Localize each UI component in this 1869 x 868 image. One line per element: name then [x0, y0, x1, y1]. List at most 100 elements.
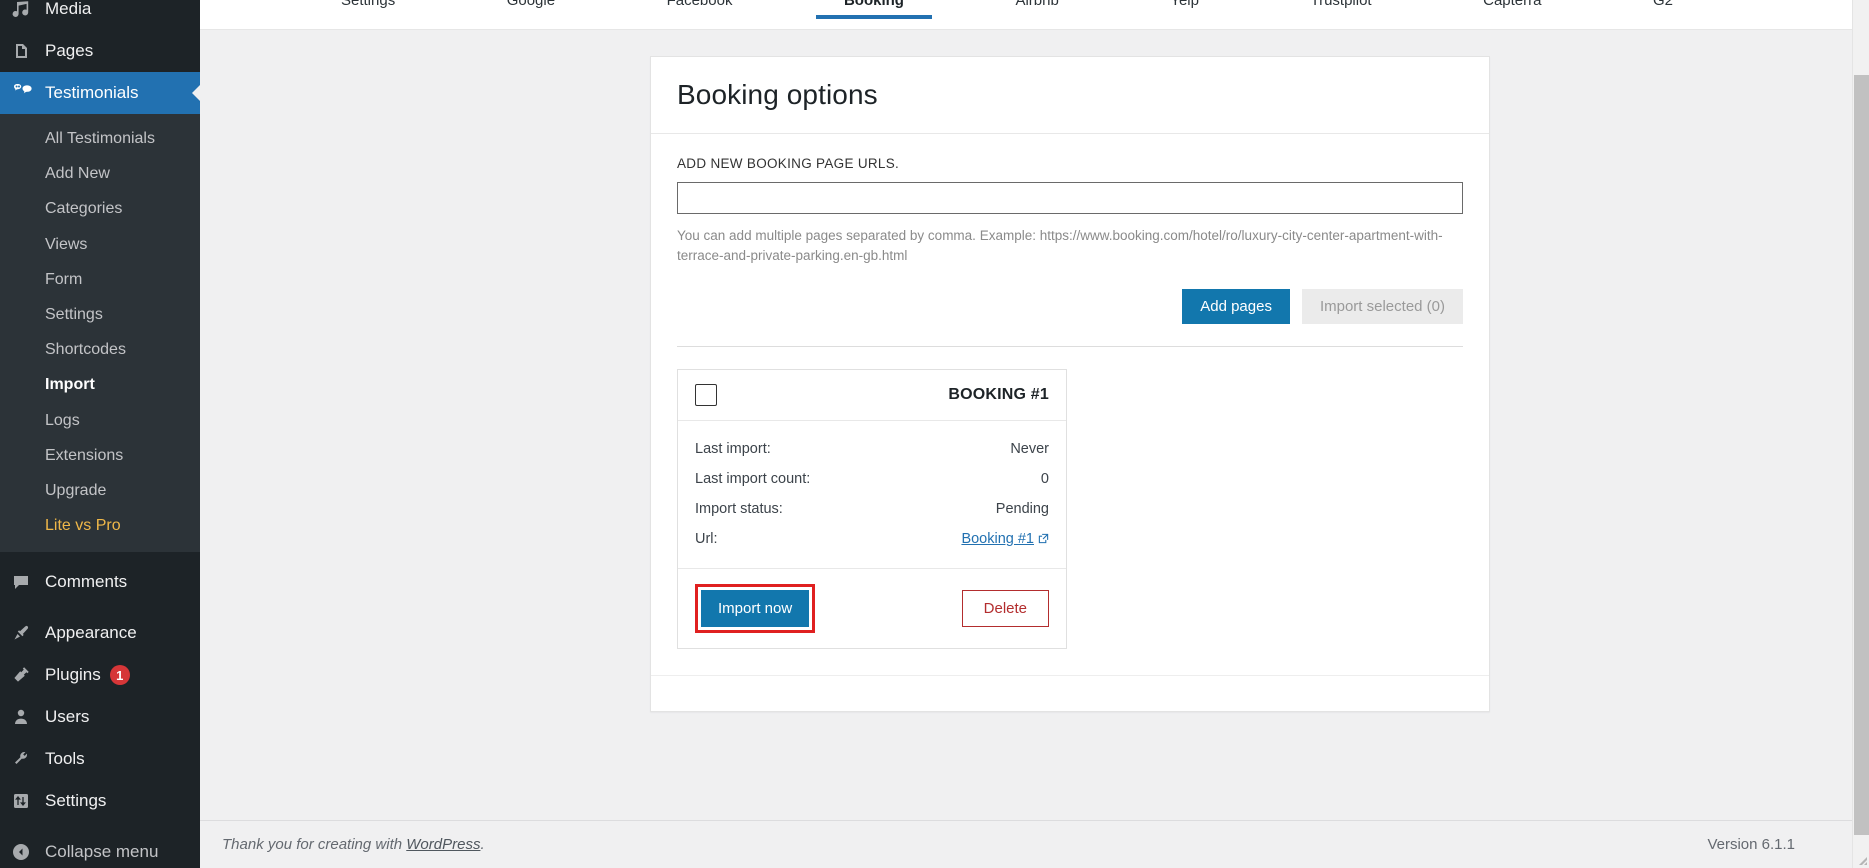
status-badge: Pending: [995, 501, 1049, 518]
import-selected-button: Import selected (0): [1301, 289, 1463, 325]
add-pages-button[interactable]: Add pages: [1182, 289, 1290, 325]
booking-urls-input[interactable]: [677, 182, 1463, 214]
sidebar-item-label: Testimonials: [45, 83, 139, 102]
plugins-update-badge: 1: [109, 665, 130, 686]
detail-label: Last import count:: [695, 471, 811, 488]
plugins-icon: [11, 665, 45, 685]
tab-yelp[interactable]: Yelp: [1164, 0, 1205, 16]
delete-button[interactable]: Delete: [961, 590, 1049, 628]
booking-item-card: BOOKING #1 Last import: Never Last impor…: [677, 369, 1067, 650]
wordpress-admin-screen: Media Pages Testimonials All Testimonial…: [0, 0, 1869, 868]
admin-sidebar: Media Pages Testimonials All Testimonial…: [0, 0, 200, 868]
booking-item-header: BOOKING #1: [678, 370, 1066, 422]
sidebar-item-testimonials[interactable]: Testimonials: [0, 72, 200, 114]
card-action-row: Add pages Import selected (0): [677, 289, 1463, 325]
submenu-item-form[interactable]: Form: [0, 262, 200, 297]
card-footer: [651, 675, 1489, 711]
submenu-item-categories[interactable]: Categories: [0, 191, 200, 226]
tab-capterra[interactable]: Capterra: [1477, 0, 1547, 16]
footer-thanks-prefix: Thank you for creating with: [222, 836, 407, 853]
tab-facebook[interactable]: Facebook: [661, 0, 739, 16]
main-content: Settings Google Facebook Booking Airbnb …: [200, 0, 1869, 868]
submenu-item-logs[interactable]: Logs: [0, 403, 200, 438]
footer-thanks: Thank you for creating with WordPress.: [222, 836, 485, 853]
scrollbar-thumb[interactable]: [1854, 75, 1869, 835]
sidebar-item-label: Tools: [45, 749, 85, 769]
footer-thanks-suffix: .: [480, 836, 485, 853]
settings-icon: [11, 791, 45, 811]
appearance-icon: [11, 623, 45, 643]
wp-version-label: Version 6.1.1: [1707, 836, 1795, 853]
content-area: Booking options ADD NEW BOOKING PAGE URL…: [200, 30, 1869, 868]
page-title: Booking options: [677, 79, 878, 110]
tab-google[interactable]: Google: [501, 0, 561, 16]
booking-options-card: Booking options ADD NEW BOOKING PAGE URL…: [650, 56, 1490, 713]
submenu-item-extensions[interactable]: Extensions: [0, 438, 200, 473]
detail-value: 0: [1040, 471, 1049, 488]
detail-label: Last import:: [695, 441, 771, 458]
card-body: ADD NEW BOOKING PAGE URLS. You can add m…: [651, 134, 1489, 650]
sidebar-item-label: Appearance: [45, 623, 137, 643]
pages-icon: [11, 41, 45, 61]
sidebar-item-appearance[interactable]: Appearance: [0, 612, 200, 654]
external-link-icon: [1038, 532, 1049, 548]
booking-item-details: Last import: Never Last import count: 0 …: [678, 421, 1066, 568]
detail-label: Url:: [695, 531, 718, 548]
testimonials-submenu: All Testimonials Add New Categories View…: [0, 114, 200, 553]
sidebar-item-tools[interactable]: Tools: [0, 738, 200, 780]
tab-settings[interactable]: Settings: [335, 0, 401, 16]
tab-trustpilot[interactable]: Trustpilot: [1304, 0, 1377, 16]
tools-icon: [11, 749, 45, 769]
collapse-arrow-icon: [11, 842, 45, 862]
sidebar-top-group: Media Pages Testimonials All Testimonial…: [0, 0, 200, 868]
submenu-item-shortcodes[interactable]: Shortcodes: [0, 332, 200, 367]
submenu-item-all-testimonials[interactable]: All Testimonials: [0, 121, 200, 156]
booking-url-link-wrap[interactable]: Booking #1: [961, 531, 1049, 548]
collapse-menu-label: Collapse menu: [45, 842, 159, 862]
url-helper-text: You can add multiple pages separated by …: [677, 228, 1443, 263]
sidebar-item-users[interactable]: Users: [0, 696, 200, 738]
card-header: Booking options: [651, 57, 1489, 134]
booking-item-actions: Import now Delete: [678, 568, 1066, 648]
detail-value: Never: [1010, 441, 1049, 458]
sidebar-divider-2: [0, 603, 200, 612]
sidebar-item-pages[interactable]: Pages: [0, 30, 200, 72]
tab-airbnb[interactable]: Airbnb: [1009, 0, 1064, 16]
submenu-item-import[interactable]: Import: [0, 367, 200, 402]
booking-url-link[interactable]: Booking #1: [961, 531, 1034, 547]
sidebar-item-label: Comments: [45, 572, 128, 592]
submenu-item-add-new[interactable]: Add New: [0, 156, 200, 191]
page-scrollbar[interactable]: [1852, 0, 1869, 868]
sidebar-item-label: Media: [45, 0, 92, 18]
comments-icon: [11, 572, 45, 592]
sidebar-item-comments[interactable]: Comments: [0, 561, 200, 603]
booking-item-checkbox[interactable]: [695, 384, 717, 407]
url-field-label: ADD NEW BOOKING PAGE URLS.: [677, 156, 900, 171]
import-source-tabs: Settings Google Facebook Booking Airbnb …: [200, 0, 1869, 30]
import-now-button[interactable]: Import now: [701, 590, 810, 628]
sidebar-item-media[interactable]: Media: [0, 0, 200, 30]
tab-booking[interactable]: Booking: [815, 0, 932, 19]
collapse-menu-button[interactable]: Collapse menu: [0, 831, 200, 868]
sidebar-item-settings[interactable]: Settings: [0, 780, 200, 822]
booking-item-title: BOOKING #1: [948, 386, 1049, 404]
testimonials-icon: [11, 83, 45, 103]
wordpress-link[interactable]: WordPress: [406, 836, 480, 853]
submenu-item-upgrade[interactable]: Upgrade: [0, 473, 200, 508]
tab-g2[interactable]: G2: [1647, 0, 1679, 16]
detail-row-last-import: Last import: Never: [695, 434, 1049, 464]
submenu-item-views[interactable]: Views: [0, 227, 200, 262]
resize-corner-icon: [1856, 854, 1868, 866]
media-icon: [11, 0, 45, 19]
sidebar-divider-3: [0, 822, 200, 831]
detail-label: Import status:: [695, 501, 783, 518]
sidebar-item-label: Plugins: [45, 665, 101, 685]
submenu-item-settings[interactable]: Settings: [0, 297, 200, 332]
detail-row-import-status: Import status: Pending: [695, 494, 1049, 524]
submenu-item-lite-vs-pro[interactable]: Lite vs Pro: [0, 508, 200, 543]
sidebar-item-label: Settings: [45, 791, 107, 811]
sidebar-item-plugins[interactable]: Plugins 1: [0, 654, 200, 696]
sidebar-divider: [0, 552, 200, 561]
sidebar-item-label: Users: [45, 707, 90, 727]
users-icon: [11, 707, 45, 727]
